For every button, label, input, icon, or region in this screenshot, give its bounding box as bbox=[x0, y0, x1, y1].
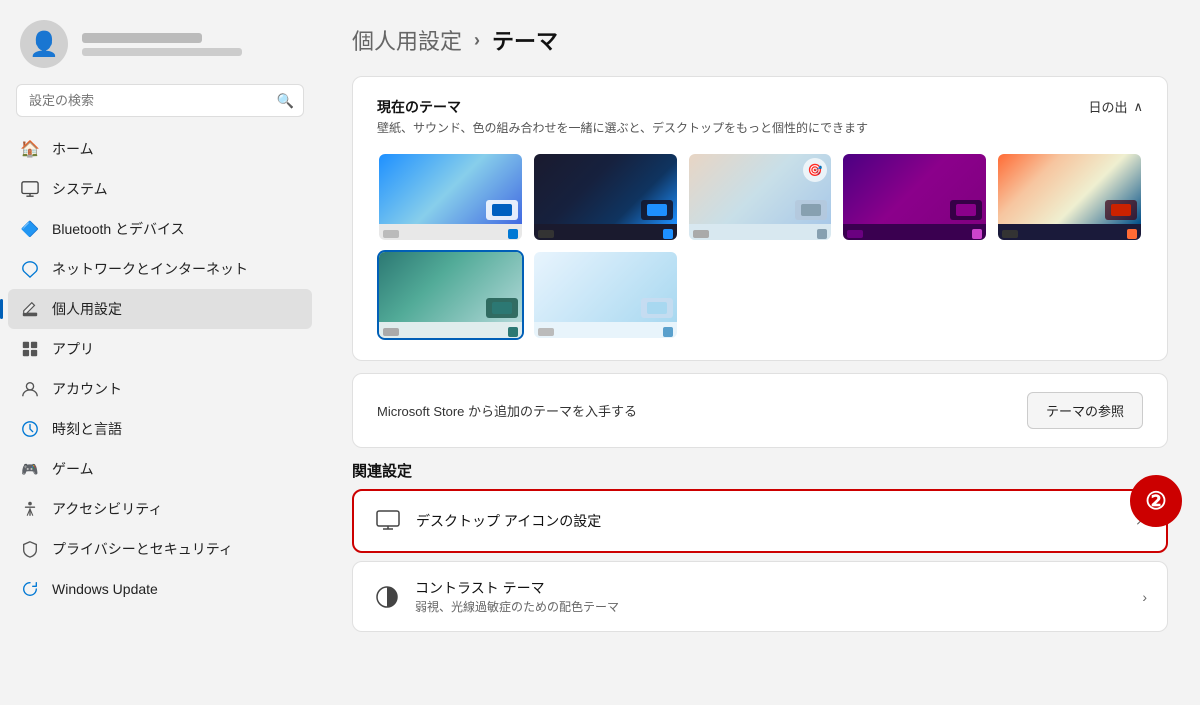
theme-item-2[interactable] bbox=[532, 152, 679, 242]
related-item-content: デスクトップ アイコンの設定 bbox=[416, 511, 1121, 531]
search-icon: 🔍 bbox=[277, 92, 294, 109]
browse-themes-button[interactable]: テーマの参照 bbox=[1027, 392, 1143, 429]
contrast-title: コントラスト テーマ bbox=[415, 578, 1128, 598]
user-info bbox=[82, 33, 242, 56]
time-icon bbox=[20, 419, 40, 439]
contrast-subtitle: 弱視、光線過敏症のための配色テーマ bbox=[415, 598, 1128, 615]
contrast-icon bbox=[373, 583, 401, 611]
search-box[interactable]: 🔍 bbox=[16, 84, 304, 117]
theme-bar-6 bbox=[379, 322, 522, 340]
sidebar-item-network[interactable]: ネットワークとインターネット bbox=[8, 249, 312, 289]
main-content: 個人用設定 › テーマ 現在のテーマ 壁紙、サウンド、色の組み合わせを一緒に選ぶ… bbox=[320, 0, 1200, 705]
section-title: 現在のテーマ bbox=[377, 97, 868, 117]
sidebar-item-apps[interactable]: アプリ bbox=[8, 329, 312, 369]
sidebar-item-label: ゲーム bbox=[52, 459, 94, 479]
sidebar-item-label: アプリ bbox=[52, 339, 94, 359]
toggle-label: 日の出 bbox=[1088, 97, 1127, 116]
theme-bar-4 bbox=[843, 224, 986, 242]
apps-icon bbox=[20, 339, 40, 359]
sidebar-item-system[interactable]: システム bbox=[8, 169, 312, 209]
privacy-icon bbox=[20, 539, 40, 559]
breadcrumb: 個人用設定 › テーマ bbox=[352, 24, 1168, 56]
theme-preview-4 bbox=[843, 154, 986, 224]
circle-badge-2: ② bbox=[1130, 475, 1182, 527]
theme-preview-7 bbox=[534, 252, 677, 322]
theme-bar-1 bbox=[379, 224, 522, 242]
sidebar-item-update[interactable]: Windows Update bbox=[8, 569, 312, 609]
theme-bar-3 bbox=[689, 224, 832, 242]
gaming-icon: 🎮 bbox=[20, 459, 40, 479]
sidebar-item-label: 個人用設定 bbox=[52, 299, 122, 319]
theme-item-1[interactable] bbox=[377, 152, 524, 242]
theme-preview-1 bbox=[379, 154, 522, 224]
sidebar-item-label: プライバシーとセキュリティ bbox=[52, 539, 233, 559]
theme-item-4[interactable] bbox=[841, 152, 988, 242]
sidebar: 👤 🔍 🏠 ホーム システム bbox=[0, 0, 320, 705]
theme-preview-5 bbox=[998, 154, 1141, 224]
sidebar-item-time[interactable]: 時刻と言語 bbox=[8, 409, 312, 449]
sidebar-item-bluetooth[interactable]: 🔷 Bluetooth とデバイス bbox=[8, 209, 312, 249]
sidebar-item-label: ネットワークとインターネット bbox=[52, 259, 248, 279]
theme-bar-2 bbox=[534, 224, 677, 242]
sidebar-item-account[interactable]: アカウント bbox=[8, 369, 312, 409]
theme-preview-3: 🎯 bbox=[689, 154, 832, 224]
sidebar-item-label: 時刻と言語 bbox=[52, 419, 122, 439]
theme-grid-row2 bbox=[377, 250, 1143, 340]
related-item-contrast[interactable]: コントラスト テーマ 弱視、光線過敏症のための配色テーマ › bbox=[352, 561, 1168, 632]
theme-grid-row1: 🎯 bbox=[377, 152, 1143, 242]
sidebar-item-label: アカウント bbox=[52, 379, 122, 399]
desktop-icon bbox=[374, 507, 402, 535]
chevron-up-icon: ∧ bbox=[1133, 99, 1143, 115]
theme-item-3[interactable]: 🎯 bbox=[687, 152, 834, 242]
related-item-title: デスクトップ アイコンの設定 bbox=[416, 511, 1121, 531]
store-section: Microsoft Store から追加のテーマを入手する テーマの参照 bbox=[352, 373, 1168, 448]
related-item-content-contrast: コントラスト テーマ 弱視、光線過敏症のための配色テーマ bbox=[415, 578, 1128, 615]
sidebar-item-gaming[interactable]: 🎮 ゲーム bbox=[8, 449, 312, 489]
theme-item-5[interactable] bbox=[996, 152, 1143, 242]
sidebar-item-personal[interactable]: 個人用設定 bbox=[8, 289, 312, 329]
theme-preview-6 bbox=[379, 252, 522, 322]
related-item-desktop-icons[interactable]: デスクトップ アイコンの設定 ↗ ② bbox=[352, 489, 1168, 553]
user-icon: 👤 bbox=[29, 30, 59, 59]
home-icon: 🏠 bbox=[20, 139, 40, 159]
related-settings: 関連設定 デスクトップ アイコンの設定 ↗ ② bbox=[352, 460, 1168, 632]
breadcrumb-separator: › bbox=[474, 30, 480, 51]
theme-bar-5 bbox=[998, 224, 1141, 242]
section-subtitle: 壁紙、サウンド、色の組み合わせを一緒に選ぶと、デスクトップをもっと個性的にできま… bbox=[377, 119, 868, 136]
sidebar-item-label: ホーム bbox=[52, 139, 94, 159]
bluetooth-icon: 🔷 bbox=[20, 219, 40, 239]
section-header: 現在のテーマ 壁紙、サウンド、色の組み合わせを一緒に選ぶと、デスクトップをもっと… bbox=[377, 97, 1143, 136]
chevron-right-icon: › bbox=[1142, 589, 1147, 605]
theme-bar-7 bbox=[534, 322, 677, 340]
theme-preview-2 bbox=[534, 154, 677, 224]
sidebar-item-accessibility[interactable]: アクセシビリティ bbox=[8, 489, 312, 529]
personal-icon bbox=[20, 299, 40, 319]
user-profile: 👤 bbox=[0, 0, 320, 84]
system-icon bbox=[20, 179, 40, 199]
sidebar-item-label: システム bbox=[52, 179, 108, 199]
theme-item-7[interactable] bbox=[532, 250, 679, 340]
avatar: 👤 bbox=[20, 20, 68, 68]
sidebar-item-privacy[interactable]: プライバシーとセキュリティ bbox=[8, 529, 312, 569]
nav-list: 🏠 ホーム システム 🔷 Bluetooth とデバイス ネットワークとイン bbox=[0, 129, 320, 705]
breadcrumb-parent: 個人用設定 bbox=[352, 24, 462, 56]
account-icon bbox=[20, 379, 40, 399]
accessibility-icon bbox=[20, 499, 40, 519]
update-icon bbox=[20, 579, 40, 599]
sidebar-item-label: Windows Update bbox=[52, 581, 158, 597]
breadcrumb-current: テーマ bbox=[492, 24, 558, 56]
search-input[interactable] bbox=[16, 84, 304, 117]
sidebar-item-label: アクセシビリティ bbox=[52, 499, 162, 519]
user-name bbox=[82, 33, 202, 43]
theme-item-6[interactable] bbox=[377, 250, 524, 340]
page-header: 個人用設定 › テーマ bbox=[352, 24, 1168, 56]
user-email bbox=[82, 48, 242, 56]
related-settings-title: 関連設定 bbox=[352, 460, 1168, 481]
sidebar-item-label: Bluetooth とデバイス bbox=[52, 219, 185, 239]
sidebar-item-home[interactable]: 🏠 ホーム bbox=[8, 129, 312, 169]
themes-card: 現在のテーマ 壁紙、サウンド、色の組み合わせを一緒に選ぶと、デスクトップをもっと… bbox=[352, 76, 1168, 361]
section-toggle[interactable]: 日の出 ∧ bbox=[1088, 97, 1143, 116]
store-text: Microsoft Store から追加のテーマを入手する bbox=[377, 401, 637, 420]
network-icon bbox=[20, 259, 40, 279]
